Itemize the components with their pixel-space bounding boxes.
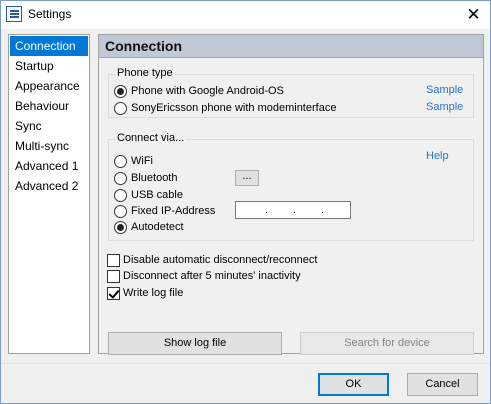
ip-separator-3: . <box>321 204 325 216</box>
write-log-checkbox[interactable] <box>107 287 120 300</box>
phone-sonyericsson-label: SonyEricsson phone with modeminterface <box>131 102 337 114</box>
write-log-option[interactable]: Write log file <box>107 287 347 301</box>
connect-bluetooth-option[interactable]: Bluetooth <box>114 171 234 186</box>
disconnect-inactivity-checkbox[interactable] <box>107 270 120 283</box>
disconnect-inactivity-label: Disconnect after 5 minutes' inactivity <box>123 270 301 282</box>
phone-android-radio[interactable] <box>114 85 127 98</box>
panel-title: Connection <box>105 38 182 54</box>
phone-sonyericsson-option[interactable]: SonyEricsson phone with modeminterface <box>114 101 374 116</box>
connect-wifi-label: WiFi <box>131 155 153 167</box>
connect-usb-label: USB cable <box>131 189 183 201</box>
sidebar-item-behaviour[interactable]: Behaviour <box>9 96 89 116</box>
connect-fixed-ip-label: Fixed IP-Address <box>131 205 216 217</box>
fixed-ip-input[interactable]: . . . <box>235 201 351 219</box>
sidebar-item-advanced-1[interactable]: Advanced 1 <box>9 156 89 176</box>
window-title: Settings <box>28 7 72 21</box>
phone-type-group: Phone type Phone with Google Android-OS … <box>108 67 474 118</box>
settings-window: Settings ✕ Connection Startup Appearance… <box>0 0 491 404</box>
sidebar-item-connection[interactable]: Connection <box>10 36 88 56</box>
show-log-file-button[interactable]: Show log file <box>108 332 282 355</box>
connect-fixed-ip-radio[interactable] <box>114 205 127 218</box>
cancel-button[interactable]: Cancel <box>407 373 478 396</box>
connect-via-group: Connect via... Help WiFi Bluetooth ... U… <box>108 132 474 241</box>
phone-sonyericsson-radio[interactable] <box>114 102 127 115</box>
title-bar: Settings ✕ <box>1 1 490 29</box>
connect-autodetect-radio[interactable] <box>114 221 127 234</box>
connect-help-link[interactable]: Help <box>426 150 449 162</box>
ok-button[interactable]: OK <box>318 373 389 396</box>
write-log-label: Write log file <box>123 287 184 299</box>
android-sample-link[interactable]: Sample <box>426 84 463 96</box>
sidebar-item-multi-sync[interactable]: Multi-sync <box>9 136 89 156</box>
disable-auto-disconnect-checkbox[interactable] <box>107 254 120 267</box>
phone-android-label: Phone with Google Android-OS <box>131 85 284 97</box>
connect-usb-radio[interactable] <box>114 189 127 202</box>
disconnect-inactivity-option[interactable]: Disconnect after 5 minutes' inactivity <box>107 270 347 284</box>
connect-wifi-option[interactable]: WiFi <box>114 154 234 169</box>
sidebar-item-sync[interactable]: Sync <box>9 116 89 136</box>
disable-auto-disconnect-label: Disable automatic disconnect/reconnect <box>123 254 318 266</box>
connect-fixed-ip-option[interactable]: Fixed IP-Address <box>114 204 234 219</box>
connect-autodetect-option[interactable]: Autodetect <box>114 220 234 235</box>
sidebar-item-startup[interactable]: Startup <box>9 56 89 76</box>
phone-type-legend: Phone type <box>115 67 175 79</box>
sidebar-item-advanced-2[interactable]: Advanced 2 <box>9 176 89 196</box>
sonyericsson-sample-link[interactable]: Sample <box>426 101 463 113</box>
connect-bluetooth-radio[interactable] <box>114 172 127 185</box>
disable-auto-disconnect-option[interactable]: Disable automatic disconnect/reconnect <box>107 254 347 268</box>
connect-bluetooth-label: Bluetooth <box>131 172 178 184</box>
ip-separator-2: . <box>293 204 297 216</box>
dialog-footer: OK Cancel <box>1 363 490 403</box>
connect-autodetect-label: Autodetect <box>131 221 184 233</box>
settings-list-icon <box>6 6 22 22</box>
connect-usb-option[interactable]: USB cable <box>114 188 234 203</box>
close-icon[interactable]: ✕ <box>457 1 490 29</box>
phone-android-option[interactable]: Phone with Google Android-OS <box>114 84 354 99</box>
connection-panel: Connection Phone type Phone with Google … <box>98 34 484 355</box>
ip-separator-1: . <box>265 204 269 216</box>
sidebar-item-appearance[interactable]: Appearance <box>9 76 89 96</box>
connect-wifi-radio[interactable] <box>114 155 127 168</box>
settings-category-list: Connection Startup Appearance Behaviour … <box>8 34 90 354</box>
bluetooth-browse-button[interactable]: ... <box>235 170 259 186</box>
panel-header: Connection <box>99 35 483 58</box>
connect-via-legend: Connect via... <box>115 132 187 144</box>
search-for-device-button[interactable]: Search for device <box>300 332 474 355</box>
